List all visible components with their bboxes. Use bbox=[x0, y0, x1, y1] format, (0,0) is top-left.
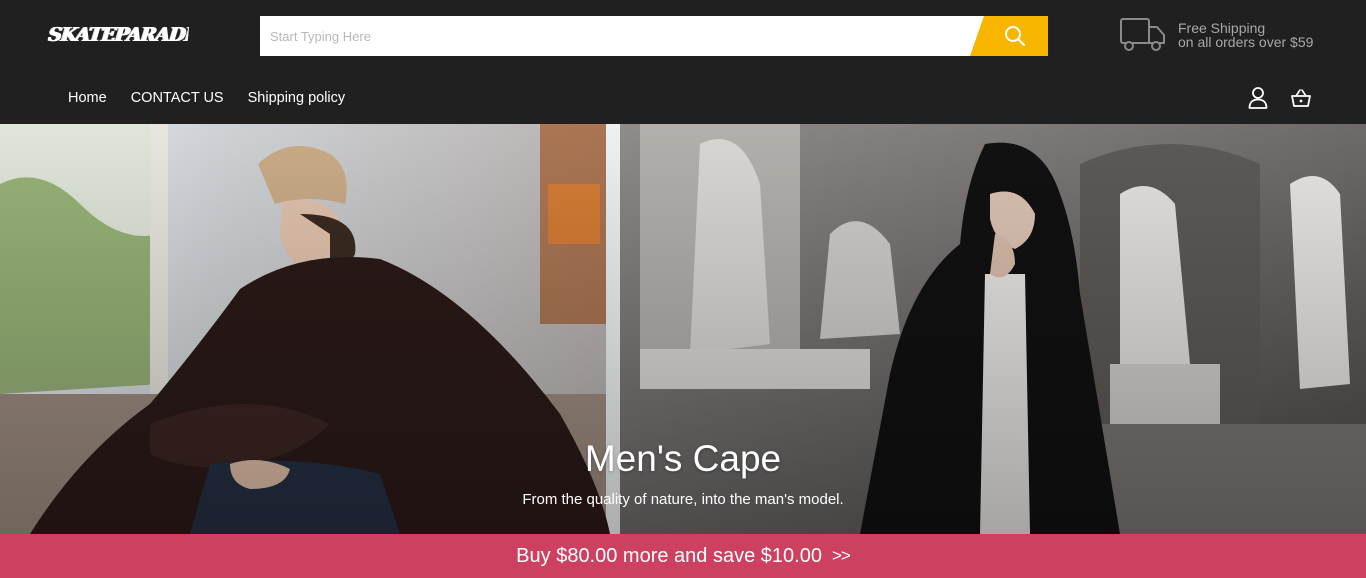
free-shipping-info: Free Shipping on all orders over $59 bbox=[1120, 18, 1313, 52]
basket-icon bbox=[1291, 89, 1311, 107]
hero-title: Men's Cape bbox=[584, 438, 782, 479]
site-header: SKATEPARADISE Free Shipping on all order… bbox=[0, 0, 1366, 124]
hero-subtitle: From the quality of nature, into the man… bbox=[522, 491, 844, 508]
nav-shipping-policy[interactable]: Shipping policy bbox=[248, 90, 346, 106]
brand-logo[interactable]: SKATEPARADISE bbox=[47, 24, 189, 50]
promo-arrows: >> bbox=[831, 546, 851, 565]
account-button[interactable] bbox=[1246, 86, 1270, 110]
shipping-line-2: on all orders over $59 bbox=[1178, 34, 1314, 50]
main-nav: Home CONTACT US Shipping policy bbox=[68, 90, 369, 106]
hero-banner[interactable]: Men's Cape From the quality of nature, i… bbox=[0, 124, 1366, 534]
cart-button[interactable] bbox=[1289, 86, 1313, 110]
promo-bar[interactable]: Buy $80.00 more and save $10.00 >> bbox=[0, 534, 1366, 578]
promo-text: Buy $80.00 more and save $10.00 bbox=[516, 544, 822, 567]
nav-contact-us[interactable]: CONTACT US bbox=[131, 90, 224, 106]
shipping-line-1: Free Shipping bbox=[1178, 20, 1266, 36]
user-icon bbox=[1248, 87, 1268, 109]
nav-home[interactable]: Home bbox=[68, 90, 107, 106]
search-icon bbox=[1005, 26, 1026, 47]
search-input[interactable] bbox=[260, 16, 984, 56]
search-bar bbox=[260, 16, 1048, 56]
truck-icon bbox=[1120, 18, 1165, 51]
